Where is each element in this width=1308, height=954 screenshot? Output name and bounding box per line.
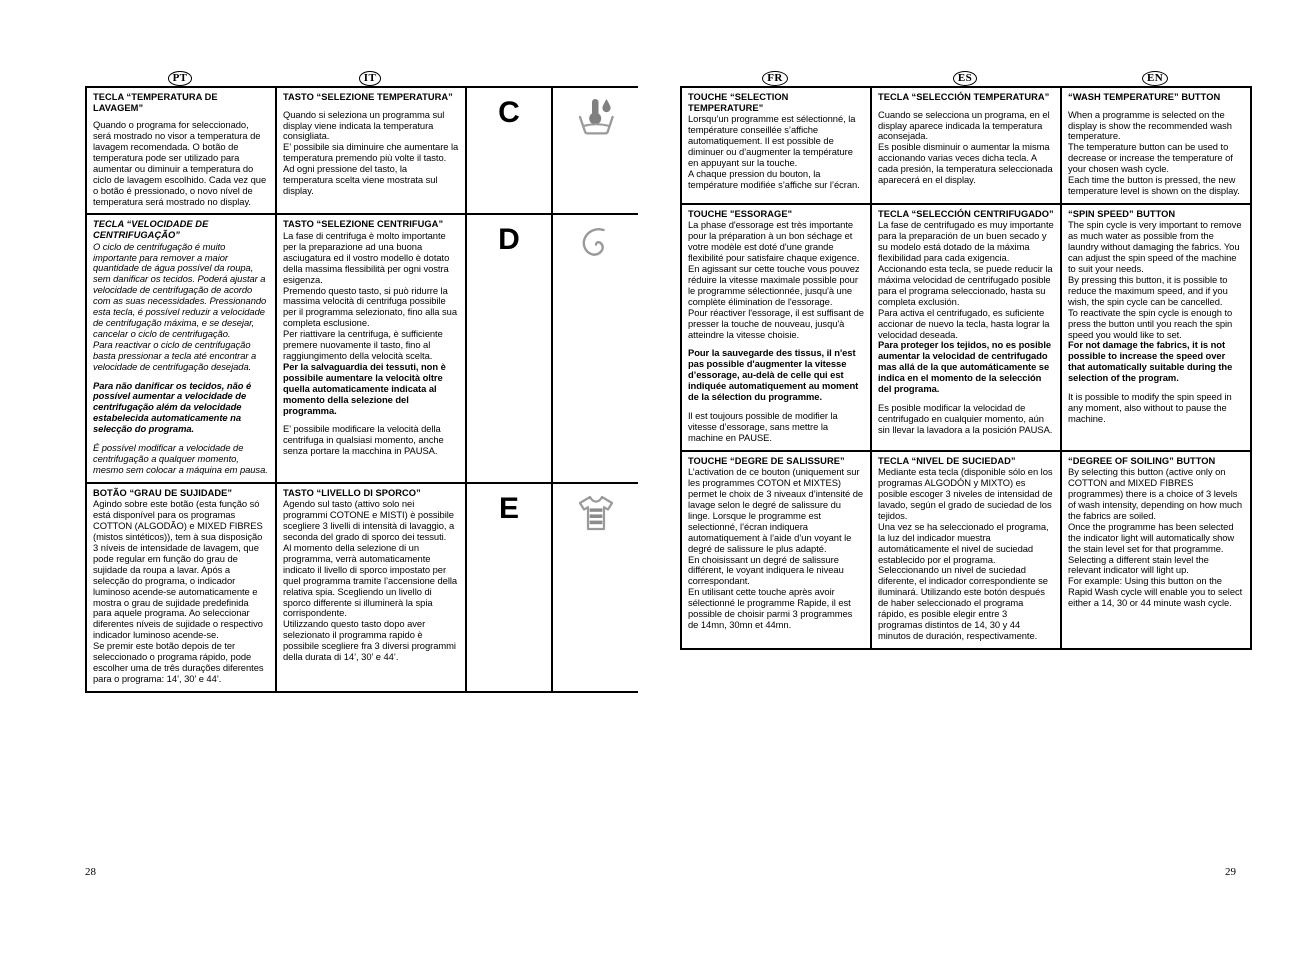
icon-cell-c — [551, 87, 638, 216]
right-feature-table: TOUCHE “SELECTION TEMPERATURE” Lorsqu’un… — [680, 86, 1252, 650]
marker-letter-e: E — [498, 491, 519, 525]
language-flag-it: IT — [358, 71, 382, 86]
language-flag-fr: FR — [762, 71, 788, 86]
heading-it-c: TASTO “SELEZIONE TEMPERATURA” — [283, 92, 453, 102]
cell-es-e: TECLA “NIVEL DE SUCIEDAD” Mediante esta … — [870, 450, 1062, 649]
heading-en-d: “SPIN SPEED” BUTTON — [1068, 208, 1176, 219]
cell-fr-c: TOUCHE “SELECTION TEMPERATURE” Lorsqu’un… — [680, 87, 872, 205]
heading-it-e: TASTO “LIVELLO DI SPORCO” — [283, 487, 421, 498]
heading-pt-e: BOTÃO “GRAU DE SUJIDADE” — [93, 487, 233, 498]
cell-it-c: TASTO “SELEZIONE TEMPERATURA” Quando si … — [275, 87, 467, 216]
flag-cell-es: ES — [870, 71, 1060, 86]
table-row-e: BOTÃO “GRAU DE SUJIDADE” Agindo sobre es… — [85, 482, 638, 692]
body-pt-d: O ciclo de centrifugação é muito importa… — [93, 240, 267, 372]
body-en-c: When a programme is selected on the disp… — [1068, 108, 1240, 196]
spiral-spin-icon — [582, 228, 605, 257]
marker-letter-d: D — [498, 223, 520, 257]
heading-fr-e: TOUCHE “DEGRE DE SALISSURE” — [688, 455, 845, 466]
body-pt-e: Agindo sobre este botão (esta função só … — [93, 498, 264, 684]
table-row-d: TECLA “VELOCIDADE DE CENTRIFUGAÇÃO” O ci… — [85, 214, 638, 484]
icon-cell-e — [551, 482, 638, 692]
body-fr-c: Lorsqu’un programme est sélectionné, la … — [688, 113, 860, 190]
body-it-c: Quando si seleziona un programma sul dis… — [283, 108, 459, 196]
cell-pt-c: TECLA “TEMPERATURA DE LAVAGEM” Quando o … — [85, 87, 277, 216]
cell-it-e: TASTO “LIVELLO DI SPORCO” Agendo sul tas… — [275, 482, 467, 692]
table-row-d-right: TOUCHE "ESSORAGE" La phase d'essorage es… — [680, 203, 1252, 452]
cell-es-c: TECLA “SELECCIÓN TEMPERATURA” Cuando se … — [870, 87, 1062, 205]
tail-pt-d: É possível modificar a velocidade de cen… — [93, 442, 268, 475]
left-feature-table: TECLA “TEMPERATURA DE LAVAGEM” Quando o … — [85, 86, 638, 693]
cell-pt-d: TECLA “VELOCIDADE DE CENTRIFUGAÇÃO” O ci… — [85, 214, 277, 484]
body-pt-c: Quando o programa for seleccionado, será… — [93, 119, 267, 207]
thermometer-water-basin-icon — [578, 99, 614, 135]
body-it-d: La fase di centrifuga è molto importante… — [283, 230, 457, 361]
cell-fr-e: TOUCHE “DEGRE DE SALISSURE” L’activation… — [680, 450, 872, 649]
heading-fr-c: TOUCHE “SELECTION TEMPERATURE” — [688, 92, 789, 113]
heading-es-c: TECLA “SELECCIÓN TEMPERATURA” — [878, 92, 1050, 102]
manual-spread: PT IT TECLA “TEMPERATURA DE LAVAGEM” Qua… — [0, 0, 1308, 954]
tail-fr-d: Il est toujours possible de modifier la … — [688, 409, 838, 443]
table-row-c-right: TOUCHE “SELECTION TEMPERATURE” Lorsqu’un… — [680, 87, 1252, 205]
heading-en-e: “DEGREE OF SOILING” BUTTON — [1068, 455, 1216, 466]
table-row-c: TECLA “TEMPERATURA DE LAVAGEM” Quando o … — [85, 87, 638, 216]
body-es-e: Mediante esta tecla (disponible sólo en … — [878, 466, 1053, 641]
tail-it-d: E' possibile modificare la velocità dell… — [283, 423, 444, 457]
cell-it-d: TASTO “SELEZIONE CENTRIFUGA” La fase di … — [275, 214, 467, 484]
flag-cell-it: IT — [275, 71, 465, 86]
language-flag-pt: PT — [167, 71, 193, 86]
right-flag-row: FR ES EN — [680, 70, 1250, 86]
page-number-left: 28 — [85, 866, 96, 878]
marker-cell-c: C — [465, 87, 553, 216]
cell-en-d: “SPIN SPEED” BUTTON The spin cycle is ve… — [1060, 203, 1252, 452]
flag-cell-pt: PT — [85, 71, 275, 86]
heading-pt-d: TECLA “VELOCIDADE DE CENTRIFUGAÇÃO” — [93, 219, 209, 241]
language-flag-en: EN — [1141, 71, 1169, 86]
body-it-e: Agendo sul tasto (attivo solo nei progra… — [283, 498, 458, 663]
cell-en-e: “DEGREE OF SOILING” BUTTON By selecting … — [1060, 450, 1252, 649]
body-es-d: La fase de centrifugado es muy important… — [878, 219, 1054, 340]
bold-note-es-d: Para proteger los tejidos, no es posible… — [878, 339, 1052, 395]
heading-it-d: TASTO “SELEZIONE CENTRIFUGA” — [283, 219, 444, 230]
table-row-e-right: TOUCHE “DEGRE DE SALISSURE” L’activation… — [680, 450, 1252, 649]
body-fr-d: La phase d'essorage est très importante … — [688, 219, 864, 340]
body-en-e: By selecting this button (active only on… — [1068, 466, 1243, 609]
flag-cell-fr: FR — [680, 71, 870, 86]
icon-cell-d — [551, 214, 638, 484]
cell-pt-e: BOTÃO “GRAU DE SUJIDADE” Agindo sobre es… — [85, 482, 277, 692]
striped-tshirt-icon — [578, 495, 613, 530]
body-es-c: Cuando se selecciona un programa, en el … — [878, 108, 1053, 186]
cell-en-c: “WASH TEMPERATURE” BUTTON When a program… — [1060, 87, 1252, 205]
flag-cell-en: EN — [1060, 71, 1250, 86]
bold-note-pt-d: Para não danificar os tecidos, não é pos… — [93, 379, 252, 435]
bold-note-it-d: Per la salvaguardia dei tessuti, non è p… — [283, 360, 446, 416]
left-page: PT IT TECLA “TEMPERATURA DE LAVAGEM” Qua… — [85, 70, 638, 693]
heading-pt-c: TECLA “TEMPERATURA DE LAVAGEM” — [93, 92, 218, 113]
cell-fr-d: TOUCHE "ESSORAGE" La phase d'essorage es… — [680, 203, 872, 452]
body-fr-e: L’activation de ce bouton (uniquement su… — [688, 466, 864, 630]
marker-letter-c: C — [498, 96, 520, 129]
bold-note-fr-d: Pour la sauvegarde des tissus, il n'est … — [688, 347, 859, 403]
left-flag-row: PT IT — [85, 70, 637, 86]
page-number-right: 29 — [1225, 866, 1236, 878]
body-en-d: The spin cycle is very important to remo… — [1068, 219, 1242, 340]
heading-en-c: “WASH TEMPERATURE” BUTTON — [1068, 92, 1221, 102]
cell-es-d: TECLA “SELECCIÓN CENTRIFUGADO” La fase d… — [870, 203, 1062, 452]
language-flag-es: ES — [952, 71, 978, 86]
tail-en-d: It is possible to modify the spin speed … — [1068, 391, 1232, 424]
tail-es-d: Es posible modificar la velocidad de cen… — [878, 401, 1053, 435]
marker-cell-e: E — [465, 482, 553, 692]
heading-es-d: TECLA “SELECCIÓN CENTRIFUGADO” — [878, 208, 1054, 219]
heading-fr-d: TOUCHE "ESSORAGE" — [688, 208, 793, 219]
right-page: FR ES EN TOUCHE “SELECTION TEMPERATURE” … — [680, 70, 1252, 650]
marker-cell-d: D — [465, 214, 553, 484]
bold-note-en-d: For not damage the fabrics, it is not po… — [1068, 339, 1233, 384]
heading-es-e: TECLA “NIVEL DE SUCIEDAD” — [878, 455, 1016, 466]
